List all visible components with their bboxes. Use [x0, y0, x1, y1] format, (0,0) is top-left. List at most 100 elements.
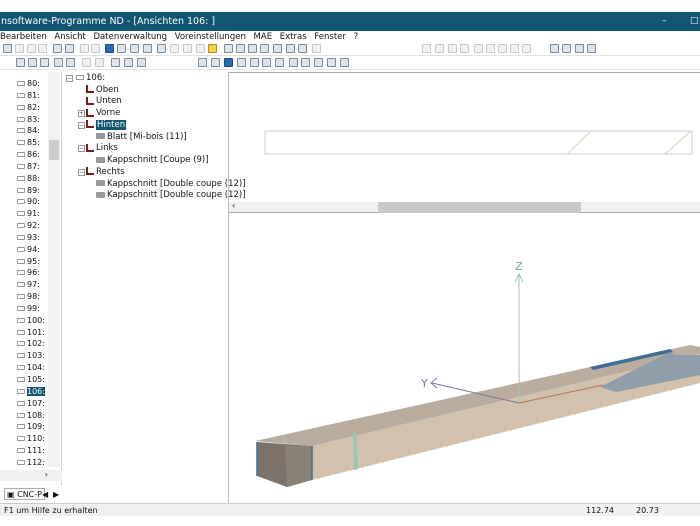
- part-list-item[interactable]: 107:: [17, 398, 45, 409]
- part-list-item[interactable]: 89:: [17, 185, 40, 196]
- toolbar-button-icon[interactable]: [143, 44, 152, 53]
- toolbar-button-icon[interactable]: [587, 44, 596, 53]
- toolbar-button-icon[interactable]: [170, 44, 179, 53]
- toolbar-button-icon[interactable]: [66, 58, 75, 67]
- toolbar-button-icon[interactable]: [289, 58, 298, 67]
- tree-root[interactable]: − 106:: [66, 73, 105, 84]
- toolbar-button-icon[interactable]: [16, 58, 25, 67]
- part-list-item[interactable]: 90:: [17, 196, 40, 207]
- part-list-item[interactable]: 100:: [17, 315, 45, 326]
- tree-face-node[interactable]: Oben: [86, 85, 119, 96]
- part-list-item[interactable]: 84:: [17, 125, 40, 136]
- toolbar-button-icon[interactable]: [448, 44, 457, 53]
- part-list-item[interactable]: 111:: [17, 445, 45, 456]
- scroll-left-icon[interactable]: ‹: [232, 201, 235, 210]
- part-list-item[interactable]: 102:: [17, 338, 45, 349]
- toolbar-button-icon[interactable]: [117, 44, 126, 53]
- part-list-item[interactable]: 93:: [17, 232, 40, 243]
- menu-extras[interactable]: Extras: [280, 32, 307, 42]
- menu-mae[interactable]: MAE: [254, 32, 273, 42]
- menu-fenster[interactable]: Fenster: [314, 32, 346, 42]
- toolbar-button-icon[interactable]: [124, 58, 133, 67]
- toolbar-button-icon[interactable]: [65, 44, 74, 53]
- toolbar-button-icon[interactable]: [327, 58, 336, 67]
- toolbar-button-icon[interactable]: [286, 44, 295, 53]
- part-list-item[interactable]: 110:: [17, 433, 45, 444]
- part-list-item[interactable]: 104:: [17, 362, 45, 373]
- toolbar-button-icon[interactable]: [95, 58, 104, 67]
- part-list-item[interactable]: 98:: [17, 291, 40, 302]
- toolbar-button-icon[interactable]: [510, 44, 519, 53]
- tab-next-icon[interactable]: ▶: [53, 488, 59, 502]
- tree-operation-node[interactable]: Blatt [Mi-bois (11)]: [96, 132, 187, 143]
- toolbar-button-icon[interactable]: [237, 58, 246, 67]
- tree-operation-node[interactable]: Kappschnitt [Double coupe (12)]: [96, 190, 246, 201]
- toolbar-button-icon[interactable]: [82, 58, 91, 67]
- part-list-item[interactable]: 112:: [17, 457, 45, 468]
- top-view[interactable]: [229, 72, 700, 213]
- scrollbar-thumb[interactable]: [378, 202, 581, 213]
- part-list-item[interactable]: 80:: [17, 78, 40, 89]
- toolbar-button-icon[interactable]: [111, 58, 120, 67]
- menu-help[interactable]: ?: [354, 32, 359, 42]
- minimize-button[interactable]: –: [662, 12, 667, 31]
- top-view-scrollbar[interactable]: ‹: [229, 201, 700, 213]
- menu-bearbeiten[interactable]: Bearbeiten: [0, 32, 47, 42]
- toolbar-button-icon[interactable]: [435, 44, 444, 53]
- toolbar-button-icon[interactable]: [340, 58, 349, 67]
- toolbar-button-icon[interactable]: [260, 44, 269, 53]
- part-list-item[interactable]: 83:: [17, 114, 40, 125]
- toolbar-button-icon[interactable]: [312, 44, 321, 53]
- toolbar-button-icon[interactable]: [40, 58, 49, 67]
- part-list-item[interactable]: 88:: [17, 173, 40, 184]
- toolbar-button-icon[interactable]: [422, 44, 431, 53]
- part-list-item[interactable]: 94:: [17, 244, 40, 255]
- toolbar-button-icon[interactable]: [38, 44, 47, 53]
- toolbar-button-icon[interactable]: [314, 58, 323, 67]
- menu-voreinstellungen[interactable]: Voreinstellungen: [175, 32, 246, 42]
- toolbar-button-icon[interactable]: [224, 58, 233, 67]
- part-list-item[interactable]: 97:: [17, 279, 40, 290]
- part-list-item[interactable]: 105:: [17, 374, 45, 385]
- part-list-item[interactable]: 86:: [17, 149, 40, 160]
- toolbar-button-icon[interactable]: [130, 44, 139, 53]
- maximize-button[interactable]: □: [690, 12, 699, 31]
- toolbar-button-icon[interactable]: [575, 44, 584, 53]
- part-list-item[interactable]: 95:: [17, 256, 40, 267]
- toolbar-button-icon[interactable]: [262, 58, 271, 67]
- toolbar-button-icon[interactable]: [486, 44, 495, 53]
- part-list-item[interactable]: 87:: [17, 161, 40, 172]
- toolbar-button-icon[interactable]: [208, 44, 217, 53]
- part-list-item[interactable]: 101:: [17, 327, 45, 338]
- operation-tree[interactable]: − 106: Oben Unten + Vorne − Hinten Blatt [Mi-boi…: [62, 72, 246, 504]
- toolbar-button-icon[interactable]: [27, 44, 36, 53]
- toolbar-button-icon[interactable]: [224, 44, 233, 53]
- toolbar-button-icon[interactable]: [54, 58, 63, 67]
- part-list-item[interactable]: 106:: [17, 386, 45, 397]
- tree-face-node[interactable]: Unten: [86, 96, 122, 107]
- 3d-view[interactable]: Z Y: [229, 214, 700, 503]
- part-list-item[interactable]: 91:: [17, 208, 40, 219]
- menu-ansicht[interactable]: Ansicht: [54, 32, 85, 42]
- part-list-item[interactable]: 85:: [17, 137, 40, 148]
- menu-datenverwaltung[interactable]: Datenverwaltung: [94, 32, 167, 42]
- scrollbar-thumb[interactable]: [49, 140, 59, 160]
- tree-face-node[interactable]: − Hinten: [78, 119, 127, 131]
- tree-face-node[interactable]: − Links: [78, 143, 118, 154]
- toolbar-button-icon[interactable]: [474, 44, 483, 53]
- toolbar-button-icon[interactable]: [562, 44, 571, 53]
- collapse-icon[interactable]: −: [78, 168, 85, 176]
- toolbar-button-icon[interactable]: [250, 58, 259, 67]
- part-list-item[interactable]: 96:: [17, 267, 40, 278]
- toolbar-button-icon[interactable]: [522, 44, 531, 53]
- toolbar-button-icon[interactable]: [273, 44, 282, 53]
- collapse-icon[interactable]: −: [78, 145, 85, 153]
- tree-face-node[interactable]: − Rechts: [78, 167, 125, 178]
- toolbar-button-icon[interactable]: [15, 44, 24, 53]
- tree-face-node[interactable]: + Vorne: [78, 108, 120, 119]
- toolbar-button-icon[interactable]: [236, 44, 245, 53]
- tree-operation-node[interactable]: Kappschnitt [Double coupe (12)]: [96, 179, 246, 190]
- part-list-item[interactable]: 108:: [17, 410, 45, 421]
- toolbar-button-icon[interactable]: [211, 58, 220, 67]
- part-list-item[interactable]: 92:: [17, 220, 40, 231]
